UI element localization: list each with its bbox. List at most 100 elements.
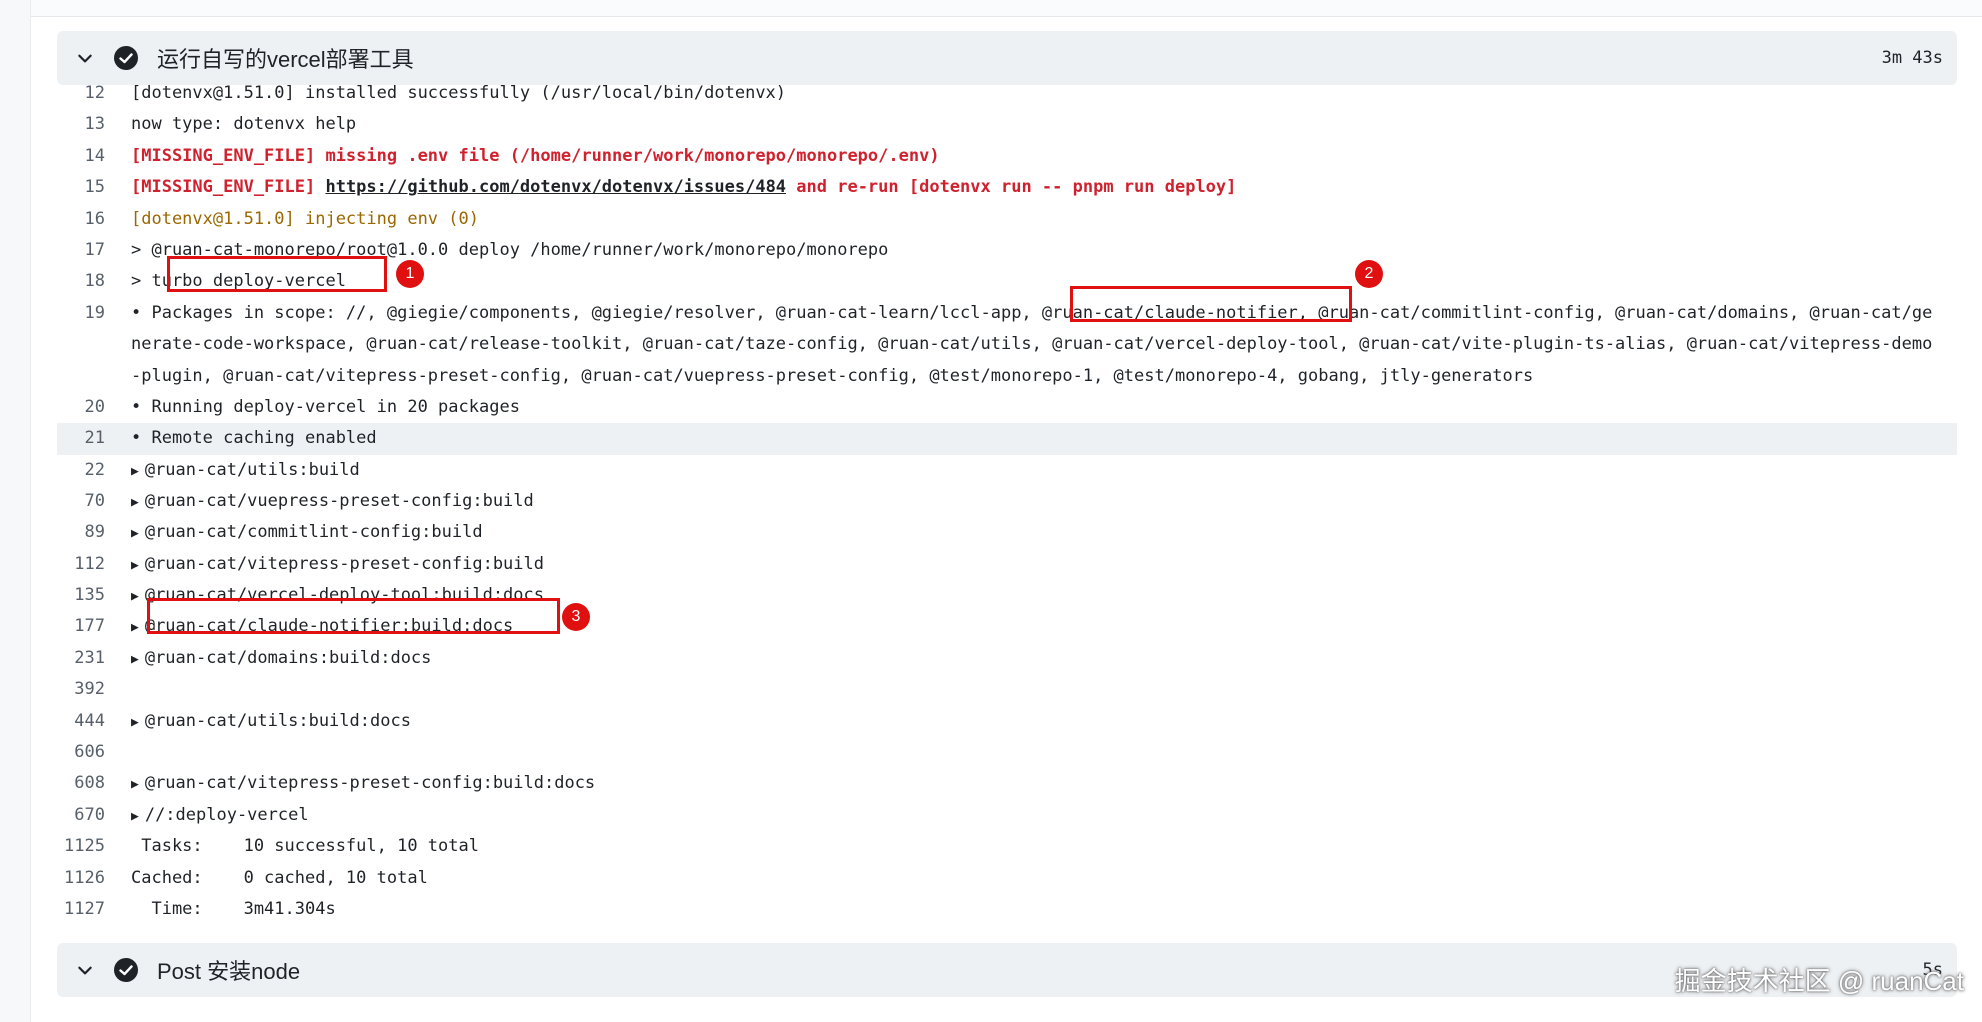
watermark: 掘金技术社区 @ ruanCat bbox=[1674, 966, 1964, 996]
workflow-log-page: 运行自写的vercel部署工具 3m 43s 12 [dotenvx@1.51.0… bbox=[0, 0, 1982, 1022]
line-number[interactable]: 670 bbox=[57, 800, 131, 831]
annotation-badge-1: 1 bbox=[396, 260, 424, 288]
log-group[interactable]: 608 ▶ @ruan-cat/vitepress-preset-config:bu… bbox=[57, 768, 1957, 799]
line-number[interactable]: 17 bbox=[57, 235, 131, 266]
log-text: [dotenvx@1.51.0] installed successfully … bbox=[131, 83, 787, 103]
log-group[interactable]: 70 ▶ @ruan-cat/vuepress-preset-config:buil… bbox=[57, 486, 1957, 517]
log-line-hovered: 21 • Remote caching enabled bbox=[57, 423, 1957, 455]
log-line: 392 bbox=[57, 674, 1957, 705]
line-number[interactable]: 1127 bbox=[57, 894, 131, 925]
annotation-badge-3: 3 bbox=[562, 603, 590, 631]
line-number[interactable]: 608 bbox=[57, 768, 131, 799]
log-text: • Remote caching enabled bbox=[131, 428, 377, 449]
step-title: Post 安装node bbox=[157, 959, 301, 984]
log-line: 606 bbox=[57, 737, 1957, 768]
chevron-down-icon[interactable] bbox=[57, 31, 113, 85]
line-number[interactable]: 15 bbox=[57, 172, 131, 203]
line-number[interactable]: 21 bbox=[57, 423, 131, 454]
log-line-error: 15 [MISSING_ENV_FILE] https://github.com/… bbox=[57, 172, 1957, 203]
line-number[interactable]: 13 bbox=[57, 109, 131, 140]
log-line: 1127 Time: 3m41.304s bbox=[57, 894, 1957, 925]
triangle-right-icon[interactable]: ▶ bbox=[131, 715, 139, 730]
log-group-title: @ruan-cat/utils:build:docs bbox=[144, 710, 411, 731]
log-line: 19 • Packages in scope: //, @giegie/compo… bbox=[57, 298, 1957, 392]
step-title: 运行自写的vercel部署工具 bbox=[157, 47, 414, 72]
triangle-right-icon[interactable]: ▶ bbox=[131, 777, 139, 792]
annotation-badge-2: 2 bbox=[1355, 260, 1383, 288]
log-line: 12 [dotenvx@1.51.0] installed successfull… bbox=[57, 78, 1957, 109]
log-group[interactable]: 444 ▶ @ruan-cat/utils:build:docs bbox=[57, 706, 1957, 737]
log-group[interactable]: 231 ▶ @ruan-cat/domains:build:docs bbox=[57, 643, 1957, 674]
line-number[interactable]: 392 bbox=[57, 674, 131, 705]
log-group[interactable]: 112 ▶ @ruan-cat/vitepress-preset-config:bu… bbox=[57, 549, 1957, 580]
log-text: Time: 3m41.304s bbox=[131, 898, 336, 919]
line-number[interactable]: 231 bbox=[57, 643, 131, 674]
line-number[interactable]: 20 bbox=[57, 392, 131, 423]
log-group-title: //:deploy-vercel bbox=[144, 804, 309, 825]
line-number[interactable]: 19 bbox=[57, 298, 131, 392]
triangle-right-icon[interactable]: ▶ bbox=[131, 589, 139, 604]
triangle-right-icon[interactable]: ▶ bbox=[131, 620, 139, 635]
log-text: now type: dotenvx help bbox=[131, 114, 357, 135]
annotation-box-2 bbox=[1070, 286, 1352, 322]
log-text: • Running deploy-vercel in 20 packages bbox=[131, 396, 520, 417]
check-circle-icon bbox=[113, 957, 139, 983]
check-circle-icon bbox=[113, 45, 139, 71]
log-group-title: @ruan-cat/utils:build bbox=[144, 459, 360, 480]
line-number[interactable]: 14 bbox=[57, 141, 131, 172]
line-number[interactable]: 70 bbox=[57, 486, 131, 517]
line-number[interactable]: 444 bbox=[57, 706, 131, 737]
line-number[interactable]: 16 bbox=[57, 204, 131, 235]
step-duration: 3m 43s bbox=[1881, 48, 1943, 68]
log-text: • Packages in scope: //, @giegie/compone… bbox=[131, 302, 1933, 386]
log-output: 12 [dotenvx@1.51.0] installed successfull… bbox=[57, 78, 1957, 925]
log-text: Cached: 0 cached, 10 total bbox=[131, 867, 428, 888]
log-line: 20 • Running deploy-vercel in 20 packages bbox=[57, 392, 1957, 423]
log-text: [MISSING_ENV_FILE] bbox=[131, 177, 326, 198]
log-text: Tasks: 10 successful, 10 total bbox=[131, 836, 479, 857]
issue-link[interactable]: https://github.com/dotenvx/dotenvx/issue… bbox=[325, 177, 786, 197]
line-number[interactable]: 1125 bbox=[57, 831, 131, 862]
triangle-right-icon[interactable]: ▶ bbox=[131, 526, 139, 541]
line-number[interactable]: 177 bbox=[57, 611, 131, 642]
log-group-title: @ruan-cat/vitepress-preset-config:build bbox=[144, 553, 544, 574]
log-text: and re-run [dotenvx run -- pnpm run depl… bbox=[786, 177, 1237, 198]
log-group-title: @ruan-cat/domains:build:docs bbox=[144, 647, 432, 668]
log-group[interactable]: 22 ▶ @ruan-cat/utils:build bbox=[57, 455, 1957, 486]
line-number[interactable]: 1126 bbox=[57, 863, 131, 894]
triangle-right-icon[interactable]: ▶ bbox=[131, 652, 139, 667]
triangle-right-icon[interactable]: ▶ bbox=[131, 809, 139, 824]
log-group-title: @ruan-cat/commitlint-config:build bbox=[144, 522, 483, 543]
line-number[interactable]: 606 bbox=[57, 737, 131, 768]
annotation-box-3 bbox=[147, 598, 560, 634]
annotation-box-1 bbox=[167, 256, 387, 292]
top-strip bbox=[31, 0, 1982, 17]
log-group-title: @ruan-cat/vitepress-preset-config:build:… bbox=[144, 773, 596, 794]
job-log-panel: 运行自写的vercel部署工具 3m 43s 12 [dotenvx@1.51.0… bbox=[31, 0, 1982, 1022]
triangle-right-icon[interactable]: ▶ bbox=[131, 464, 139, 479]
triangle-right-icon[interactable]: ▶ bbox=[131, 495, 139, 510]
log-line: 1126 Cached: 0 cached, 10 total bbox=[57, 863, 1957, 894]
line-number[interactable]: 112 bbox=[57, 549, 131, 580]
line-number[interactable]: 12 bbox=[57, 78, 131, 109]
step-header-deploy[interactable]: 运行自写的vercel部署工具 3m 43s bbox=[57, 31, 1957, 85]
line-number[interactable]: 18 bbox=[57, 266, 131, 297]
log-group[interactable]: 670 ▶ //:deploy-vercel bbox=[57, 800, 1957, 831]
log-group[interactable]: 89 ▶ @ruan-cat/commitlint-config:build bbox=[57, 517, 1957, 548]
step-header-post-node[interactable]: Post 安装node 5s bbox=[57, 943, 1957, 997]
triangle-right-icon[interactable]: ▶ bbox=[131, 558, 139, 573]
line-number[interactable]: 89 bbox=[57, 517, 131, 548]
line-number[interactable]: 22 bbox=[57, 455, 131, 486]
log-line-info: 16 [dotenvx@1.51.0] injecting env (0) bbox=[57, 204, 1957, 235]
line-number[interactable]: 135 bbox=[57, 580, 131, 611]
log-text: [dotenvx@1.51.0] injecting env (0) bbox=[131, 208, 479, 229]
log-line: 1125 Tasks: 10 successful, 10 total bbox=[57, 831, 1957, 862]
log-line-error: 14 [MISSING_ENV_FILE] missing .env file (… bbox=[57, 141, 1957, 172]
chevron-down-icon[interactable] bbox=[57, 943, 113, 997]
log-group-title: @ruan-cat/vuepress-preset-config:build bbox=[144, 490, 534, 511]
log-line: 13 now type: dotenvx help bbox=[57, 109, 1957, 140]
left-gutter bbox=[0, 0, 31, 1022]
log-text: [MISSING_ENV_FILE] missing .env file (/h… bbox=[131, 145, 940, 166]
